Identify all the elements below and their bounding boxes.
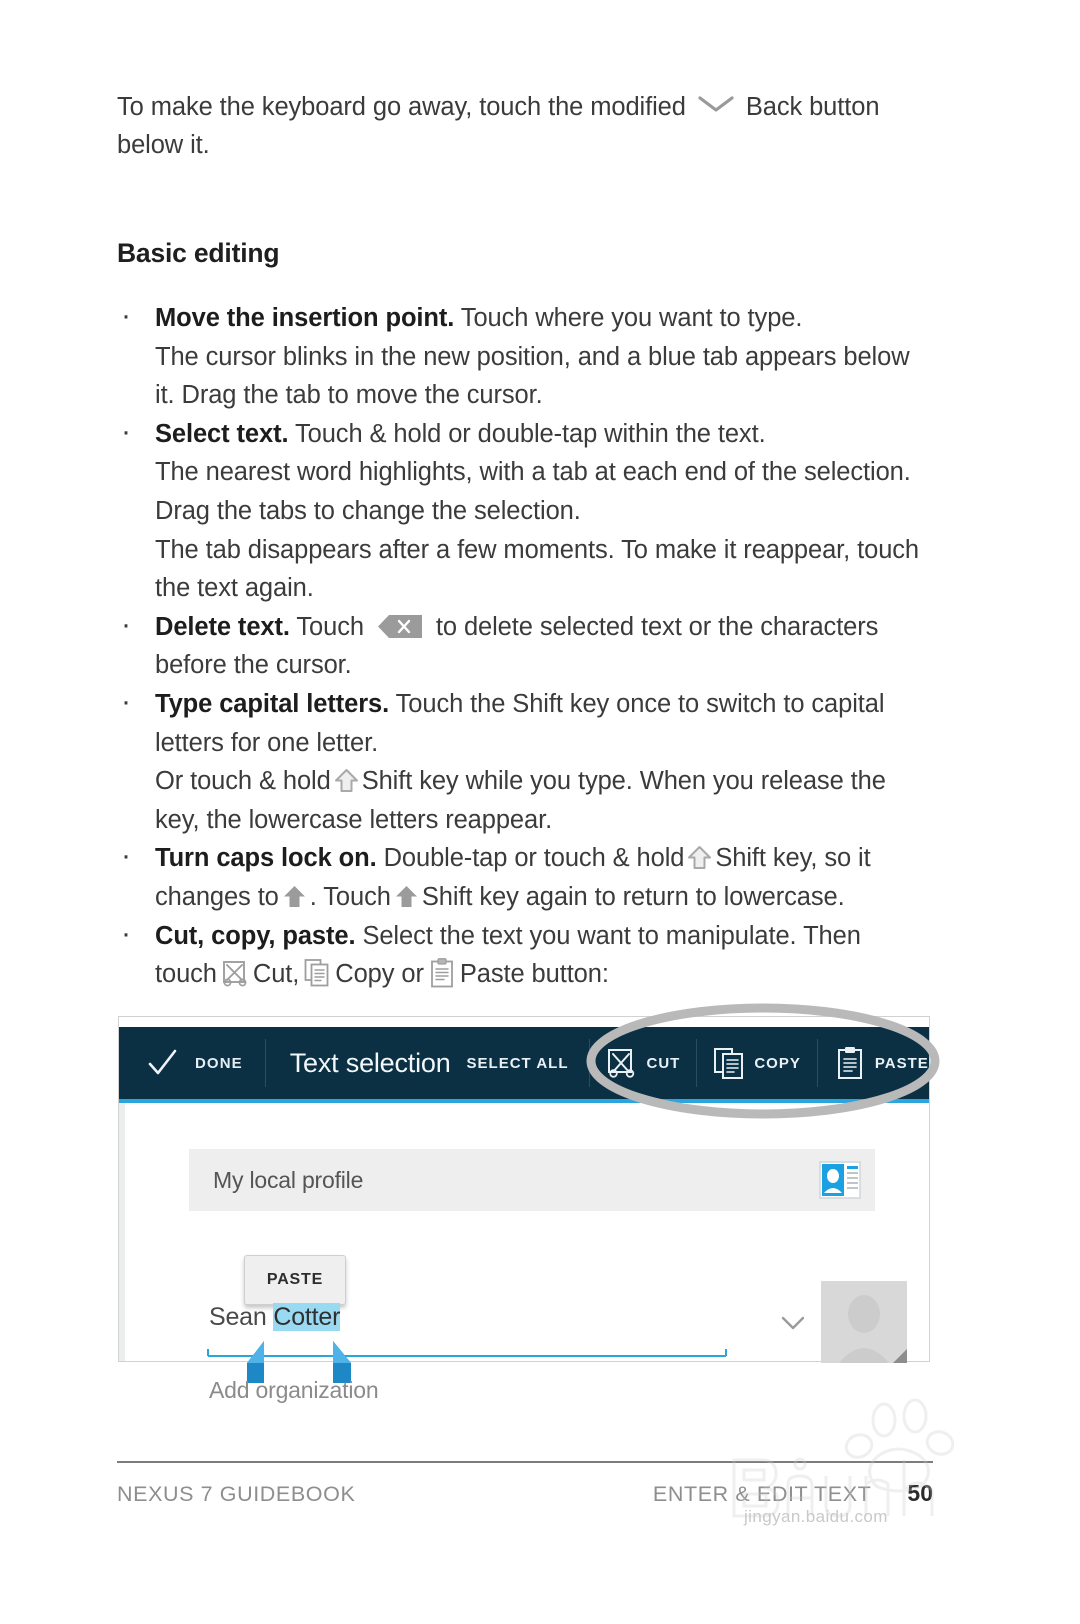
chevron-down-icon[interactable] (779, 1313, 807, 1333)
list-item-type-capital-letters: Type capital letters. Touch the Shift ke… (117, 683, 933, 839)
contact-photo-placeholder[interactable] (821, 1281, 907, 1363)
paste-popup[interactable]: PASTE (244, 1255, 346, 1305)
bullet-rest: Touch where you want to type. (454, 304, 803, 332)
select-all-label: SELECT ALL (466, 1054, 569, 1072)
name-field-value: Sean Cotter (209, 1303, 340, 1332)
done-button[interactable]: DONE (119, 1039, 266, 1087)
bullet-rest-before: Double-tap or touch & hold (376, 844, 685, 873)
list-item-turn-caps-lock-on: Turn caps lock on. Double-tap or touch &… (117, 837, 933, 916)
cut-button[interactable]: CUT (588, 1039, 697, 1087)
footer-chapter-title: ENTER & EDIT TEXT (652, 1482, 872, 1506)
bullet-subline: Or touch & hold Shift key while you type… (155, 762, 933, 839)
bullet-rest: Select the text you want to manipulate. … (355, 921, 861, 950)
shift-outline-icon (687, 845, 712, 871)
backspace-icon (377, 614, 423, 639)
bullet-lead: Turn caps lock on. (155, 844, 377, 873)
bullet-subline: The tab disappears after a few moments. … (155, 535, 920, 603)
section-title: Basic editing (117, 238, 280, 268)
cut-label: Cut, (252, 960, 300, 989)
paste-icon (834, 1046, 866, 1080)
copy-icon (304, 958, 330, 988)
shift-filled-icon (394, 884, 419, 910)
profile-header-row: My local profile (189, 1149, 875, 1211)
check-icon (145, 1046, 179, 1080)
cut-label: CUT (646, 1054, 681, 1072)
bullet-lead: Move the insertion point. (155, 304, 455, 332)
cut-icon (606, 1046, 638, 1080)
subline-before: Or touch & hold (155, 767, 331, 796)
bullet-rest-after: Shift key again to return to lowercase. (421, 882, 845, 911)
list-item-delete-text: Delete text. Touch to delete selected te… (117, 606, 933, 685)
paste-icon (429, 958, 455, 988)
copy-icon (713, 1046, 745, 1080)
list-item-cut-copy-paste: Cut, copy, paste. Select the text you wa… (117, 914, 933, 994)
android-screenshot-figure: DONE Text selection SELECT ALL CUT COPY … (118, 1016, 930, 1403)
bullet-subline: touch Cut, Copy or Paste button: (155, 955, 933, 994)
done-label: DONE (195, 1054, 243, 1072)
bullet-lead: Delete text. (155, 612, 290, 641)
page-content: To make the keyboard go away, touch the … (117, 88, 933, 994)
add-organization-field[interactable]: Add organization (209, 1377, 379, 1404)
intro-paragraph: To make the keyboard go away, touch the … (117, 88, 933, 164)
select-all-button[interactable]: SELECT ALL (451, 1039, 589, 1087)
intro-text-before: To make the keyboard go away, touch the … (117, 93, 686, 121)
action-bar-title: Text selection (289, 1047, 451, 1078)
list-item-move-insertion-point: Move the insertion point. Touch where yo… (117, 297, 933, 415)
name-unselected: Sean (209, 1303, 274, 1331)
copy-button[interactable]: COPY (696, 1039, 817, 1087)
bullet-subline: The nearest word highlights, with a tab … (155, 458, 911, 525)
cut-icon (222, 958, 248, 988)
paste-label: Paste button: (459, 960, 609, 989)
profile-header-label: My local profile (213, 1166, 364, 1193)
paste-popup-label: PASTE (266, 1271, 324, 1288)
contact-editor-screen: My local profile PASTE Sean Cotter Add o… (119, 1103, 929, 1403)
bullet-subline: The cursor blinks in the new position, a… (155, 342, 910, 410)
chevron-down-icon (696, 94, 736, 114)
bullet-rest-before: Touch (289, 612, 371, 641)
basic-editing-list: Move the insertion point. Touch where yo… (117, 297, 933, 994)
bullet-lead: Select text. (155, 419, 289, 448)
contact-card-icon[interactable] (819, 1159, 861, 1201)
copy-label: COPY (754, 1054, 801, 1072)
baidu-watermark-url: jingyan.baidu.com (744, 1507, 888, 1526)
paste-label: PASTE (874, 1054, 929, 1072)
text-selection-action-bar: DONE Text selection SELECT ALL CUT COPY … (119, 1027, 929, 1103)
bullet-rest-mid2: . Touch (309, 882, 391, 911)
baidu-watermark-logo (726, 1398, 986, 1530)
shift-filled-icon (282, 884, 307, 910)
footer-divider (117, 1461, 933, 1463)
bullet-lead: Type capital letters. (155, 689, 390, 718)
footer-page-number: 50 (907, 1480, 933, 1506)
shift-outline-icon (334, 768, 359, 794)
footer-book-title: NEXUS 7 GUIDEBOOK (117, 1482, 356, 1506)
document-page: To make the keyboard go away, touch the … (0, 0, 1080, 1624)
bullet-rest: Touch & hold or double-tap within the te… (288, 419, 766, 448)
photo-corner-marker (893, 1349, 907, 1363)
copy-label: Copy or (335, 960, 424, 989)
page-footer: NEXUS 7 GUIDEBOOK ENTER & EDIT TEXT 50 (117, 1480, 933, 1507)
name-selected: Cotter (273, 1303, 341, 1331)
list-item-select-text: Select text. Touch & hold or double-tap … (117, 413, 933, 608)
touch-word: touch (155, 960, 217, 989)
bullet-lead: Cut, copy, paste. (155, 921, 356, 950)
name-field-row[interactable]: Sean Cotter (207, 1303, 875, 1383)
paste-button[interactable]: PASTE (816, 1039, 945, 1087)
